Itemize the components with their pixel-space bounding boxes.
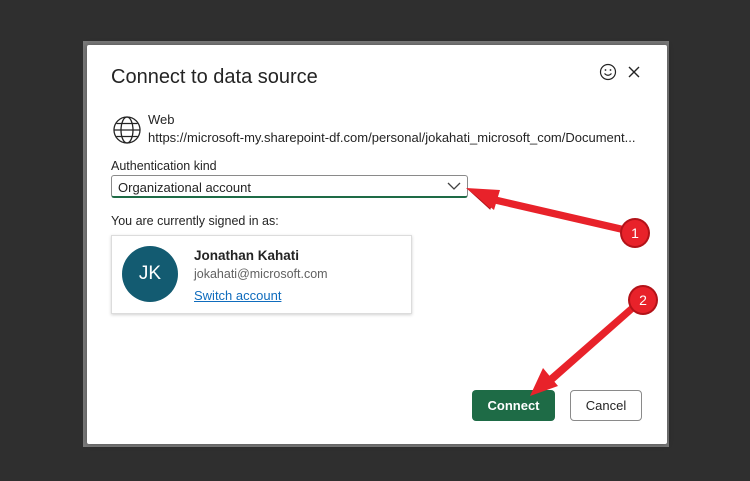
avatar: JK [122,246,178,302]
cancel-button[interactable]: Cancel [570,390,642,421]
source-kind: Web [148,112,175,127]
smiley-icon[interactable] [599,63,617,81]
signed-in-label: You are currently signed in as: [111,214,279,228]
user-name: Jonathan Kahati [194,248,300,263]
source-url: https://microsoft-my.sharepoint-df.com/p… [148,130,636,145]
dialog-title: Connect to data source [111,66,318,88]
chevron-down-icon [447,182,461,190]
switch-account-link[interactable]: Switch account [194,288,281,303]
account-card: JK Jonathan Kahati jokahati@microsoft.co… [111,235,412,314]
close-icon[interactable] [625,63,643,81]
auth-kind-value: Organizational account [118,180,251,195]
auth-kind-dropdown[interactable]: Organizational account [111,175,468,198]
connect-dialog: Connect to data source Web https://micro… [87,45,667,444]
user-email: jokahati@microsoft.com [194,267,328,281]
auth-kind-label: Authentication kind [111,159,217,173]
globe-icon [113,116,141,144]
connect-button[interactable]: Connect [472,390,555,421]
